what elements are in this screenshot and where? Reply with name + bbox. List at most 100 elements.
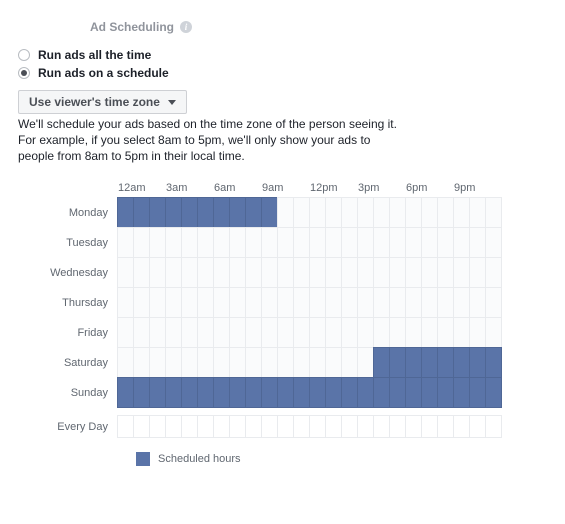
schedule-cell-off[interactable] (453, 197, 470, 228)
schedule-cell-on[interactable] (213, 197, 230, 228)
schedule-cell-off[interactable] (341, 227, 358, 258)
schedule-cell-on[interactable] (421, 347, 438, 378)
schedule-cell-on[interactable] (373, 377, 390, 408)
schedule-cell-off[interactable] (293, 197, 310, 228)
schedule-cell-off[interactable] (197, 257, 214, 288)
schedule-cell-off[interactable] (293, 317, 310, 348)
every-day-cell[interactable] (469, 415, 486, 438)
schedule-cell-off[interactable] (165, 227, 182, 258)
schedule-cell-off[interactable] (341, 257, 358, 288)
schedule-cell-off[interactable] (341, 197, 358, 228)
schedule-cell-off[interactable] (421, 257, 438, 288)
schedule-cell-off[interactable] (341, 287, 358, 318)
info-icon[interactable]: i (180, 21, 192, 33)
schedule-cell-off[interactable] (181, 317, 198, 348)
schedule-cell-off[interactable] (277, 227, 294, 258)
schedule-cell-on[interactable] (373, 347, 390, 378)
schedule-cell-off[interactable] (293, 227, 310, 258)
schedule-cell-off[interactable] (469, 227, 486, 258)
every-day-cell[interactable] (181, 415, 198, 438)
schedule-cell-off[interactable] (357, 347, 374, 378)
every-day-cell[interactable] (277, 415, 294, 438)
every-day-cell[interactable] (197, 415, 214, 438)
schedule-cell-on[interactable] (453, 377, 470, 408)
schedule-cell-off[interactable] (245, 347, 262, 378)
every-day-cell[interactable] (117, 415, 134, 438)
schedule-cell-off[interactable] (181, 287, 198, 318)
schedule-cell-off[interactable] (453, 227, 470, 258)
schedule-cell-off[interactable] (437, 227, 454, 258)
schedule-cell-off[interactable] (469, 317, 486, 348)
radio-run-all-time[interactable]: Run ads all the time (18, 48, 547, 62)
every-day-cell[interactable] (421, 415, 438, 438)
schedule-cell-on[interactable] (309, 377, 326, 408)
schedule-cell-off[interactable] (469, 257, 486, 288)
schedule-cell-off[interactable] (133, 257, 150, 288)
schedule-cell-off[interactable] (325, 197, 342, 228)
every-day-cell[interactable] (453, 415, 470, 438)
schedule-cell-off[interactable] (261, 257, 278, 288)
schedule-cell-off[interactable] (373, 227, 390, 258)
schedule-cell-off[interactable] (373, 197, 390, 228)
schedule-cell-on[interactable] (245, 197, 262, 228)
schedule-cell-off[interactable] (309, 257, 326, 288)
schedule-cell-off[interactable] (229, 257, 246, 288)
radio-run-on-schedule[interactable]: Run ads on a schedule (18, 66, 547, 80)
schedule-cell-off[interactable] (229, 227, 246, 258)
schedule-cell-off[interactable] (373, 257, 390, 288)
every-day-cell[interactable] (405, 415, 422, 438)
schedule-cell-off[interactable] (309, 227, 326, 258)
schedule-cell-on[interactable] (453, 347, 470, 378)
every-day-cell[interactable] (229, 415, 246, 438)
schedule-cell-off[interactable] (485, 287, 502, 318)
schedule-cell-off[interactable] (485, 197, 502, 228)
schedule-cell-off[interactable] (181, 257, 198, 288)
schedule-cell-on[interactable] (117, 197, 134, 228)
schedule-cell-off[interactable] (117, 317, 134, 348)
every-day-cell[interactable] (149, 415, 166, 438)
schedule-cell-off[interactable] (293, 287, 310, 318)
schedule-cell-on[interactable] (261, 377, 278, 408)
every-day-cell[interactable] (309, 415, 326, 438)
schedule-cell-off[interactable] (373, 317, 390, 348)
schedule-cell-off[interactable] (149, 317, 166, 348)
schedule-cell-off[interactable] (133, 287, 150, 318)
schedule-cell-off[interactable] (261, 227, 278, 258)
schedule-cell-off[interactable] (229, 287, 246, 318)
schedule-cell-on[interactable] (421, 377, 438, 408)
schedule-cell-off[interactable] (149, 347, 166, 378)
schedule-cell-off[interactable] (197, 227, 214, 258)
schedule-cell-off[interactable] (389, 257, 406, 288)
schedule-cell-off[interactable] (117, 347, 134, 378)
schedule-cell-off[interactable] (293, 257, 310, 288)
schedule-cell-on[interactable] (133, 377, 150, 408)
schedule-cell-on[interactable] (341, 377, 358, 408)
schedule-cell-off[interactable] (325, 347, 342, 378)
schedule-cell-off[interactable] (405, 257, 422, 288)
schedule-cell-off[interactable] (341, 317, 358, 348)
schedule-cell-off[interactable] (437, 317, 454, 348)
schedule-cell-off[interactable] (149, 287, 166, 318)
schedule-cell-off[interactable] (197, 287, 214, 318)
schedule-cell-off[interactable] (405, 227, 422, 258)
schedule-cell-off[interactable] (357, 287, 374, 318)
schedule-cell-off[interactable] (341, 347, 358, 378)
schedule-cell-on[interactable] (357, 377, 374, 408)
schedule-cell-off[interactable] (245, 257, 262, 288)
schedule-cell-off[interactable] (357, 257, 374, 288)
schedule-cell-on[interactable] (293, 377, 310, 408)
schedule-cell-off[interactable] (277, 197, 294, 228)
every-day-cell[interactable] (165, 415, 182, 438)
schedule-cell-off[interactable] (309, 197, 326, 228)
schedule-cell-on[interactable] (485, 347, 502, 378)
schedule-cell-off[interactable] (437, 287, 454, 318)
schedule-cell-off[interactable] (213, 257, 230, 288)
every-day-cell[interactable] (485, 415, 502, 438)
schedule-cell-on[interactable] (197, 377, 214, 408)
schedule-cell-off[interactable] (405, 197, 422, 228)
schedule-cell-on[interactable] (165, 197, 182, 228)
schedule-cell-off[interactable] (357, 317, 374, 348)
schedule-cell-off[interactable] (485, 317, 502, 348)
schedule-cell-on[interactable] (149, 377, 166, 408)
schedule-cell-off[interactable] (197, 317, 214, 348)
